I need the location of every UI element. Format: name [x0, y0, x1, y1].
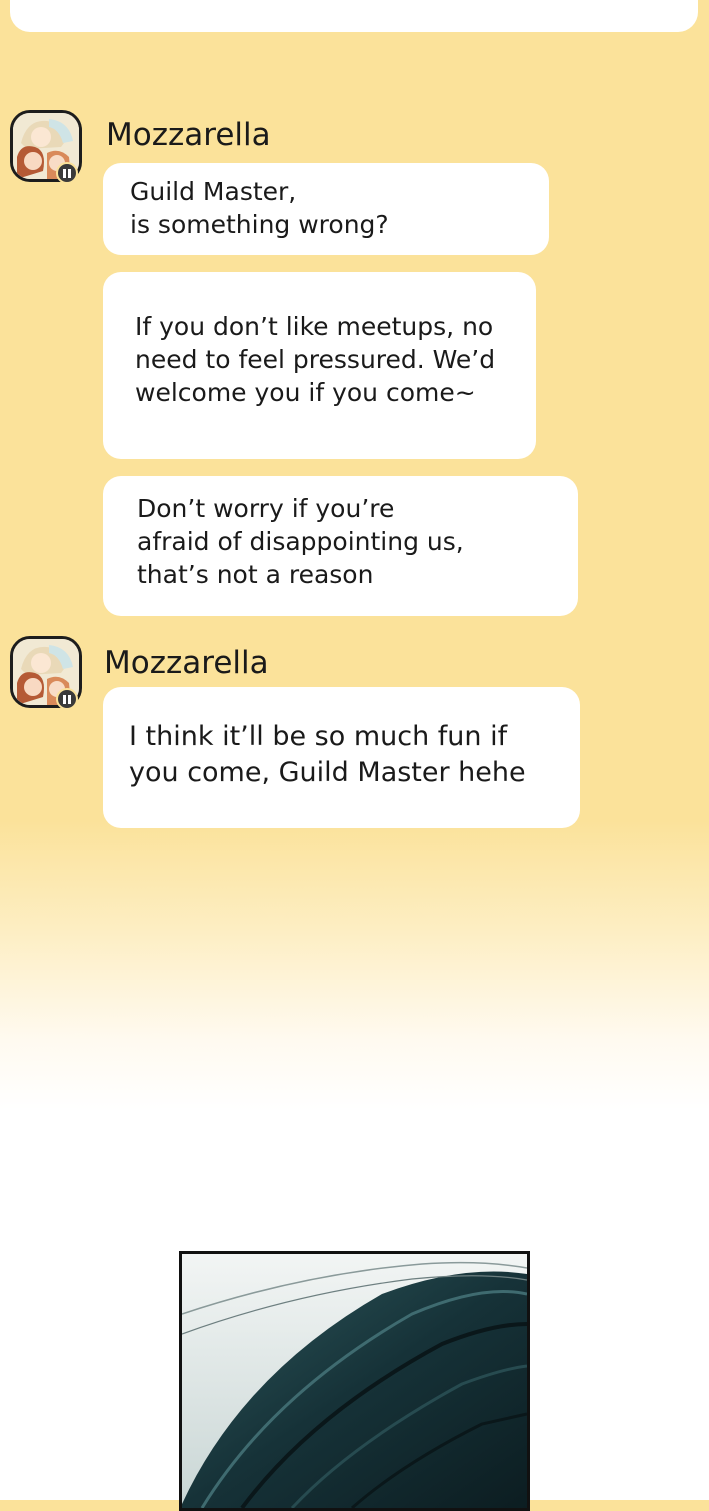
dark-hair-illustration	[182, 1254, 527, 1508]
message-bubble: Guild Master, is something wrong?	[103, 163, 549, 255]
message-text: If you don’t like meetups, no need to fe…	[135, 312, 496, 407]
message-text: Don’t worry if you’re afraid of disappoi…	[137, 494, 464, 589]
message-bubble: If you don’t like meetups, no need to fe…	[103, 272, 536, 459]
sender-name: Mozzarella	[104, 645, 269, 681]
status-badge	[56, 688, 78, 710]
message-text: I think it’ll be so much fun if you come…	[129, 721, 526, 788]
message-text: Guild Master, is something wrong?	[130, 177, 389, 239]
status-badge	[56, 162, 78, 184]
message-bubble: Don’t worry if you’re afraid of disappoi…	[103, 476, 578, 616]
message-bubble: I think it’ll be so much fun if you come…	[103, 687, 580, 828]
previous-message-bubble	[10, 0, 698, 32]
comic-panel-image	[179, 1251, 530, 1511]
sender-name: Mozzarella	[106, 117, 271, 153]
